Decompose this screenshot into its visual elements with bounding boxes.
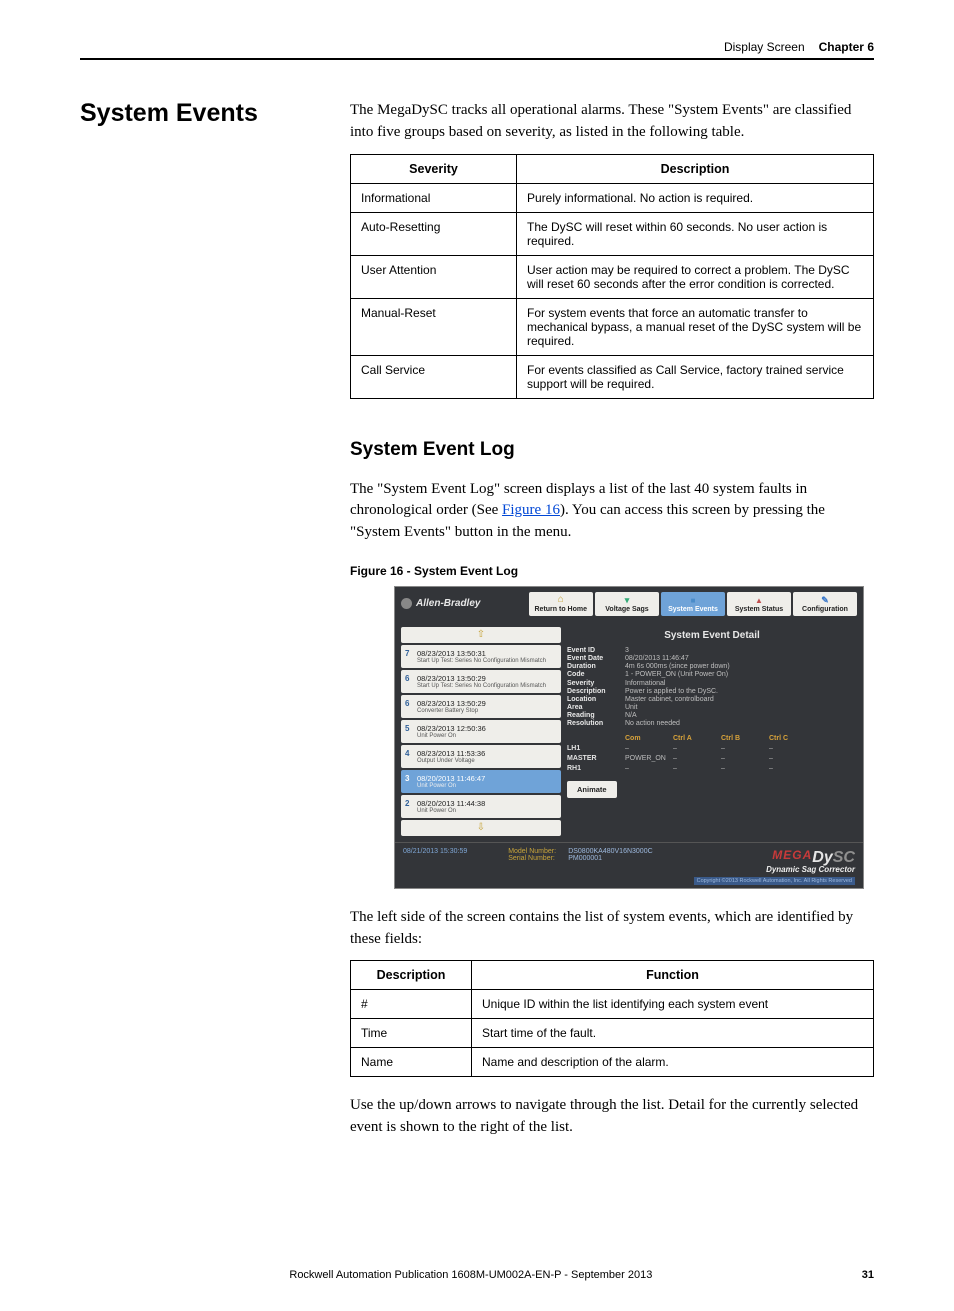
table-row: NameName and description of the alarm. — [351, 1048, 874, 1077]
tab-configuration[interactable]: Configuration — [793, 592, 857, 616]
header-chapter: Chapter 6 — [819, 40, 874, 54]
cabinet-row: LH1–––– — [567, 745, 857, 752]
event-list-item[interactable]: 308/20/2013 11:46:47Unit Power On — [401, 770, 561, 793]
figure-link[interactable]: Figure 16 — [502, 502, 560, 518]
detail-row: Event Date08/20/2013 11:46:47 — [567, 655, 857, 662]
detail-title: System Event Detail — [567, 630, 857, 641]
detail-row: ResolutionNo action needed — [567, 720, 857, 727]
footer-timestamp: 08/21/2013 15:30:59 — [403, 848, 467, 885]
cabinet-table: ComCtrl ACtrl BCtrl C LH1––––MASTERPOWER… — [567, 735, 857, 772]
table-row: Call ServiceFor events classified as Cal… — [351, 355, 874, 398]
event-list-item[interactable]: 608/23/2013 13:50:29Start Up Test: Serie… — [401, 670, 561, 693]
section-title: System Events — [80, 100, 330, 128]
event-list-item[interactable]: 408/23/2013 11:53:36Output Under Voltage — [401, 745, 561, 768]
table-row: Auto-ResettingThe DySC will reset within… — [351, 212, 874, 255]
screenshot-figure: Allen-Bradley Return to Home Voltage Sag… — [394, 586, 864, 889]
cabinet-row: MASTERPOWER_ON––– — [567, 755, 857, 762]
table-row: TimeStart time of the fault. — [351, 1019, 874, 1048]
detail-row: Code1 - POWER_ON (Unit Power On) — [567, 671, 857, 678]
page-header: Display Screen Chapter 6 — [80, 40, 874, 60]
header-subject: Display Screen — [724, 40, 805, 54]
return-home-button[interactable]: Return to Home — [529, 592, 594, 616]
event-list: ⇧ 708/23/2013 13:50:31Start Up Test: Ser… — [401, 627, 561, 836]
detail-row: SeverityInformational — [567, 680, 857, 687]
fields-header-0: Description — [351, 961, 472, 990]
subheading: System Event Log — [350, 439, 874, 461]
event-list-item[interactable]: 208/20/2013 11:44:38Unit Power On — [401, 795, 561, 818]
severity-header-1: Description — [517, 154, 874, 183]
table-row: Manual-ResetFor system events that force… — [351, 298, 874, 355]
page-footer: Rockwell Automation Publication 1608M-UM… — [80, 1269, 874, 1281]
severity-table: Severity Description InformationalPurely… — [350, 154, 874, 399]
tab-system-events[interactable]: System Events — [661, 592, 725, 616]
fields-table: Description Function #Unique ID within t… — [350, 960, 874, 1077]
detail-row: Event ID3 — [567, 647, 857, 654]
copyright: Copyright ©2013 Rockwell Automation, Inc… — [694, 877, 855, 885]
detail-row: LocationMaster cabinet, controlboard — [567, 696, 857, 703]
footer-model-info: Model Number:DS0800KA480V16N3000C Serial… — [508, 848, 652, 885]
animate-button[interactable]: Animate — [567, 781, 617, 798]
list-down-button[interactable]: ⇩ — [401, 820, 561, 836]
table-row: #Unique ID within the list identifying e… — [351, 990, 874, 1019]
event-list-item[interactable]: 708/23/2013 13:50:31Start Up Test: Serie… — [401, 645, 561, 668]
event-list-item[interactable]: 508/23/2013 12:50:36Unit Power On — [401, 720, 561, 743]
table-row: User AttentionUser action may be require… — [351, 255, 874, 298]
severity-header-0: Severity — [351, 154, 517, 183]
log-intro: The "System Event Log" screen displays a… — [350, 479, 874, 544]
nav-tabs: Return to Home Voltage Sags System Event… — [529, 592, 858, 616]
cabinet-row: RH1–––– — [567, 765, 857, 772]
tab-voltage-sags[interactable]: Voltage Sags — [595, 592, 659, 616]
event-list-item[interactable]: 608/23/2013 13:50:29Converter Battery St… — [401, 695, 561, 718]
table-row: InformationalPurely informational. No ac… — [351, 183, 874, 212]
detail-row: DescriptionPower is applied to the DySC. — [567, 688, 857, 695]
event-detail-panel: System Event Detail Event ID3Event Date0… — [567, 627, 857, 836]
detail-row: AreaUnit — [567, 704, 857, 711]
figure-caption: Figure 16 - System Event Log — [350, 564, 874, 578]
fields-header-1: Function — [472, 961, 874, 990]
left-side-text: The left side of the screen contains the… — [350, 907, 874, 951]
list-up-button[interactable]: ⇧ — [401, 627, 561, 643]
nav-text: Use the up/down arrows to navigate throu… — [350, 1095, 874, 1139]
publication-id: Rockwell Automation Publication 1608M-UM… — [80, 1269, 862, 1281]
allen-bradley-logo: Allen-Bradley — [401, 598, 480, 609]
intro-paragraph: The MegaDySC tracks all operational alar… — [350, 100, 874, 144]
tagline: Dynamic Sag Corrector — [694, 865, 855, 874]
page-number: 31 — [862, 1269, 874, 1281]
detail-row: Duration4m 6s 000ms (since power down) — [567, 663, 857, 670]
detail-row: ReadingN/A — [567, 712, 857, 719]
tab-system-status[interactable]: System Status — [727, 592, 791, 616]
